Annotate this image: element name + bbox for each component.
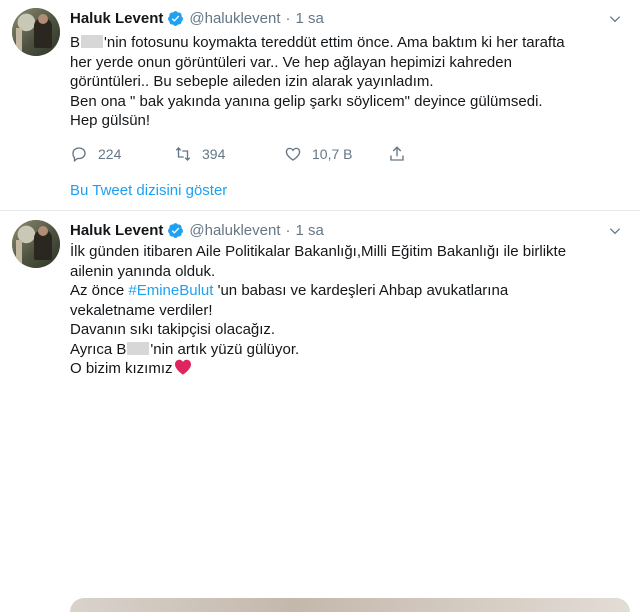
tweet-line: B'nin fotosunu koymakta tereddüt ettim ö… bbox=[70, 34, 565, 51]
avatar[interactable] bbox=[12, 220, 60, 268]
like-icon bbox=[285, 147, 301, 161]
tweet-timestamp[interactable]: 1 sa bbox=[296, 222, 324, 239]
share-button[interactable] bbox=[388, 145, 406, 163]
tweet-timestamp[interactable]: 1 sa bbox=[296, 10, 324, 27]
tweet-line: her yerde onun görüntüleri var.. Ve hep … bbox=[70, 53, 512, 71]
tweet-line: vekaletname verdiler! bbox=[70, 301, 213, 319]
verified-badge-icon bbox=[168, 222, 184, 238]
hashtag-link[interactable]: #EmineBulut bbox=[128, 282, 213, 299]
tweet-media-preview[interactable] bbox=[70, 598, 630, 612]
tweet-line: O bizim kızımız bbox=[70, 359, 610, 379]
tweet-header: Haluk Levent @haluklevent · 1 sa bbox=[70, 220, 324, 240]
tweet-text: B'nin fotosunu koymakta tereddüt ettim ö… bbox=[70, 33, 610, 131]
author-handle[interactable]: @haluklevent bbox=[189, 222, 280, 239]
tweet-line: Hep gülsün! bbox=[70, 112, 151, 129]
reply-count: 224 bbox=[98, 146, 122, 162]
like-button[interactable]: 10,7 B bbox=[284, 145, 352, 163]
author-name[interactable]: Haluk Levent bbox=[70, 10, 163, 27]
show-thread-link[interactable]: Bu Tweet dizisini göster bbox=[70, 182, 227, 199]
tweet-header: Haluk Levent @haluklevent · 1 sa bbox=[70, 8, 324, 28]
chevron-down-icon[interactable] bbox=[608, 224, 622, 238]
retweet-icon bbox=[175, 147, 191, 161]
tweet-1[interactable]: Haluk Levent @haluklevent · 1 sa B'nin f… bbox=[0, 0, 640, 210]
tweet-2[interactable]: Haluk Levent @haluklevent · 1 sa İlk gün… bbox=[0, 210, 640, 612]
tweet-line: Ayrıca B'nin artık yüzü gülüyor. bbox=[70, 340, 300, 358]
tweet-line: İlk günden itibaren Aile Politikalar Bak… bbox=[70, 243, 567, 260]
red-heart-emoji bbox=[174, 359, 191, 375]
reply-icon bbox=[72, 147, 86, 163]
tweet-line: ailenin yanında olduk. bbox=[70, 262, 216, 280]
avatar[interactable] bbox=[12, 8, 60, 56]
blurred-name bbox=[81, 35, 104, 48]
retweet-button[interactable]: 394 bbox=[174, 145, 225, 163]
blurred-name bbox=[127, 341, 150, 355]
tweet-text: İlk günden itibaren Aile Politikalar Bak… bbox=[70, 242, 610, 379]
share-icon bbox=[390, 146, 404, 161]
author-handle[interactable]: @haluklevent bbox=[189, 10, 280, 27]
tweet-line: görüntüleri.. Bu sebeple aileden izin al… bbox=[70, 73, 434, 90]
author-name[interactable]: Haluk Levent bbox=[70, 222, 163, 239]
tweet-line: Az önce #EmineBulut 'un babası ve kardeş… bbox=[70, 282, 509, 299]
reply-button[interactable]: 224 bbox=[70, 145, 121, 163]
tweet-line: Davanın sıkı takipçisi olacağız. bbox=[70, 321, 276, 338]
verified-badge-icon bbox=[168, 10, 184, 26]
retweet-count: 394 bbox=[202, 146, 226, 162]
tweet-actions: 224 394 10,7 B bbox=[70, 143, 430, 165]
tweet-line: Ben ona " bak yakında yanına gelip şarkı… bbox=[70, 92, 543, 110]
separator-dot: · bbox=[285, 221, 291, 239]
chevron-down-icon[interactable] bbox=[608, 12, 622, 26]
like-count: 10,7 B bbox=[312, 146, 353, 162]
separator-dot: · bbox=[285, 9, 291, 27]
